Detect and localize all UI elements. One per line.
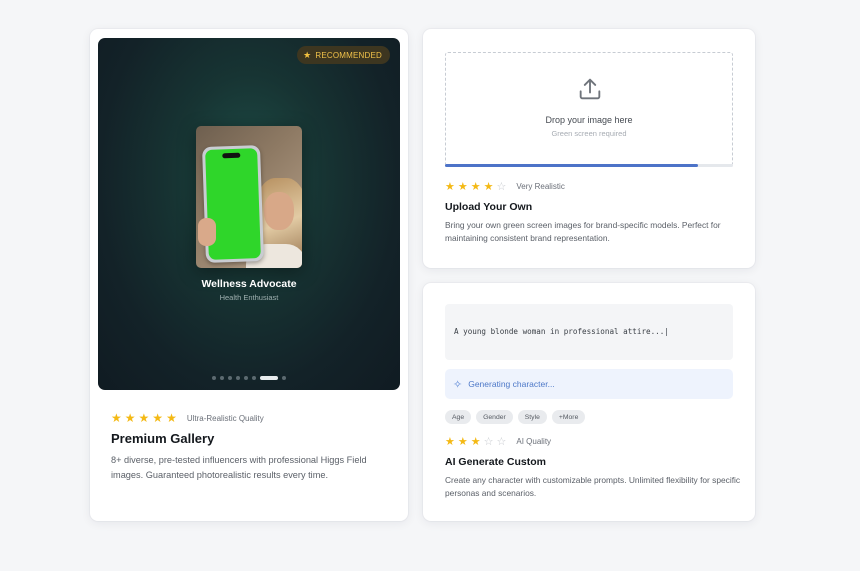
star-rating: ★ ★ ★ ☆ ☆ [445,435,506,448]
ai-rating: ★ ★ ★ ☆ ☆ AI Quality [445,435,551,448]
star-filled-icon: ★ [111,411,122,425]
dropzone-title: Drop your image here [545,115,633,125]
premium-gallery-card[interactable]: ★ RECOMMENDED Wellness Advocate Health E… [90,29,408,521]
quality-label: Ultra-Realistic Quality [186,413,264,423]
carousel-dot[interactable] [220,376,224,380]
carousel-dot[interactable] [212,376,216,380]
sparkle-icon: ✧ [453,378,463,391]
carousel-dot[interactable] [260,376,278,380]
star-rating: ★ ★ ★ ★ ★ [111,411,177,425]
image-dropzone[interactable]: Drop your image here Green screen requir… [445,52,733,166]
carousel-dot[interactable] [282,376,286,380]
recommended-badge-label: RECOMMENDED [315,50,382,60]
star-icon: ★ [303,49,312,60]
star-filled-icon: ★ [445,181,455,193]
card-description: Create any character with customizable p… [445,475,741,498]
card-description: Bring your own green screen images for b… [445,220,721,243]
upload-rating: ★ ★ ★ ★ ☆ Very Realistic [445,180,565,193]
card-title: AI Generate Custom [445,456,546,468]
star-filled-icon: ★ [138,411,150,425]
star-filled-icon: ★ [445,436,455,448]
upload-progress-fill [445,164,699,167]
prompt-input[interactable]: A young blonde woman in professional att… [445,304,733,360]
star-empty-icon: ☆ [496,436,507,448]
star-rating: ★ ★ ★ ★ ☆ [445,180,506,193]
prompt-text: A young blonde woman in professional att… [454,327,669,336]
star-empty-icon: ☆ [483,436,494,448]
recommended-badge: ★ RECOMMENDED [297,46,390,64]
quality-label: AI Quality [516,437,552,446]
carousel-dot[interactable] [236,376,240,380]
carousel-dot[interactable] [228,376,232,380]
ai-generate-card[interactable]: A young blonde woman in professional att… [423,283,755,521]
upload-icon [579,78,601,100]
carousel-dot[interactable] [244,376,248,380]
card-title: Upload Your Own [445,201,533,213]
influencer-role: Health Enthusiast [219,293,279,302]
upload-your-own-card[interactable]: Drop your image here Green screen requir… [423,29,755,268]
carousel-dots [98,376,400,380]
star-filled-icon: ★ [152,411,164,425]
chip-gender[interactable]: Gender [476,410,513,424]
generating-text: Generating character... [468,379,555,389]
influencer-name: Wellness Advocate [201,278,297,290]
upload-progress-bar [445,164,733,167]
star-filled-icon: ★ [470,181,481,193]
card-description: 8+ diverse, pre-tested influencers with … [111,455,367,480]
chip-style[interactable]: Style [517,410,547,424]
star-filled-icon: ★ [124,411,136,425]
influencer-preview: ★ RECOMMENDED Wellness Advocate Health E… [98,38,400,390]
card-title: Premium Gallery [111,431,215,446]
star-filled-icon: ★ [457,436,468,448]
quality-label: Very Realistic [516,182,565,191]
generating-status: ✧ Generating character... [445,369,733,399]
dropzone-subtitle: Green screen required [551,129,627,138]
star-filled-icon: ★ [457,181,468,193]
star-filled-icon: ★ [166,411,177,425]
carousel-dot[interactable] [252,376,256,380]
chip-more[interactable]: +More [551,410,586,424]
influencer-photo [196,126,302,268]
star-filled-icon: ★ [470,436,481,448]
star-empty-icon: ☆ [496,181,507,193]
chip-age[interactable]: Age [445,410,472,424]
star-filled-icon: ★ [483,181,494,193]
attribute-chips: Age Gender Style +More [445,410,586,424]
premium-rating: ★ ★ ★ ★ ★ Ultra-Realistic Quality [111,411,264,425]
